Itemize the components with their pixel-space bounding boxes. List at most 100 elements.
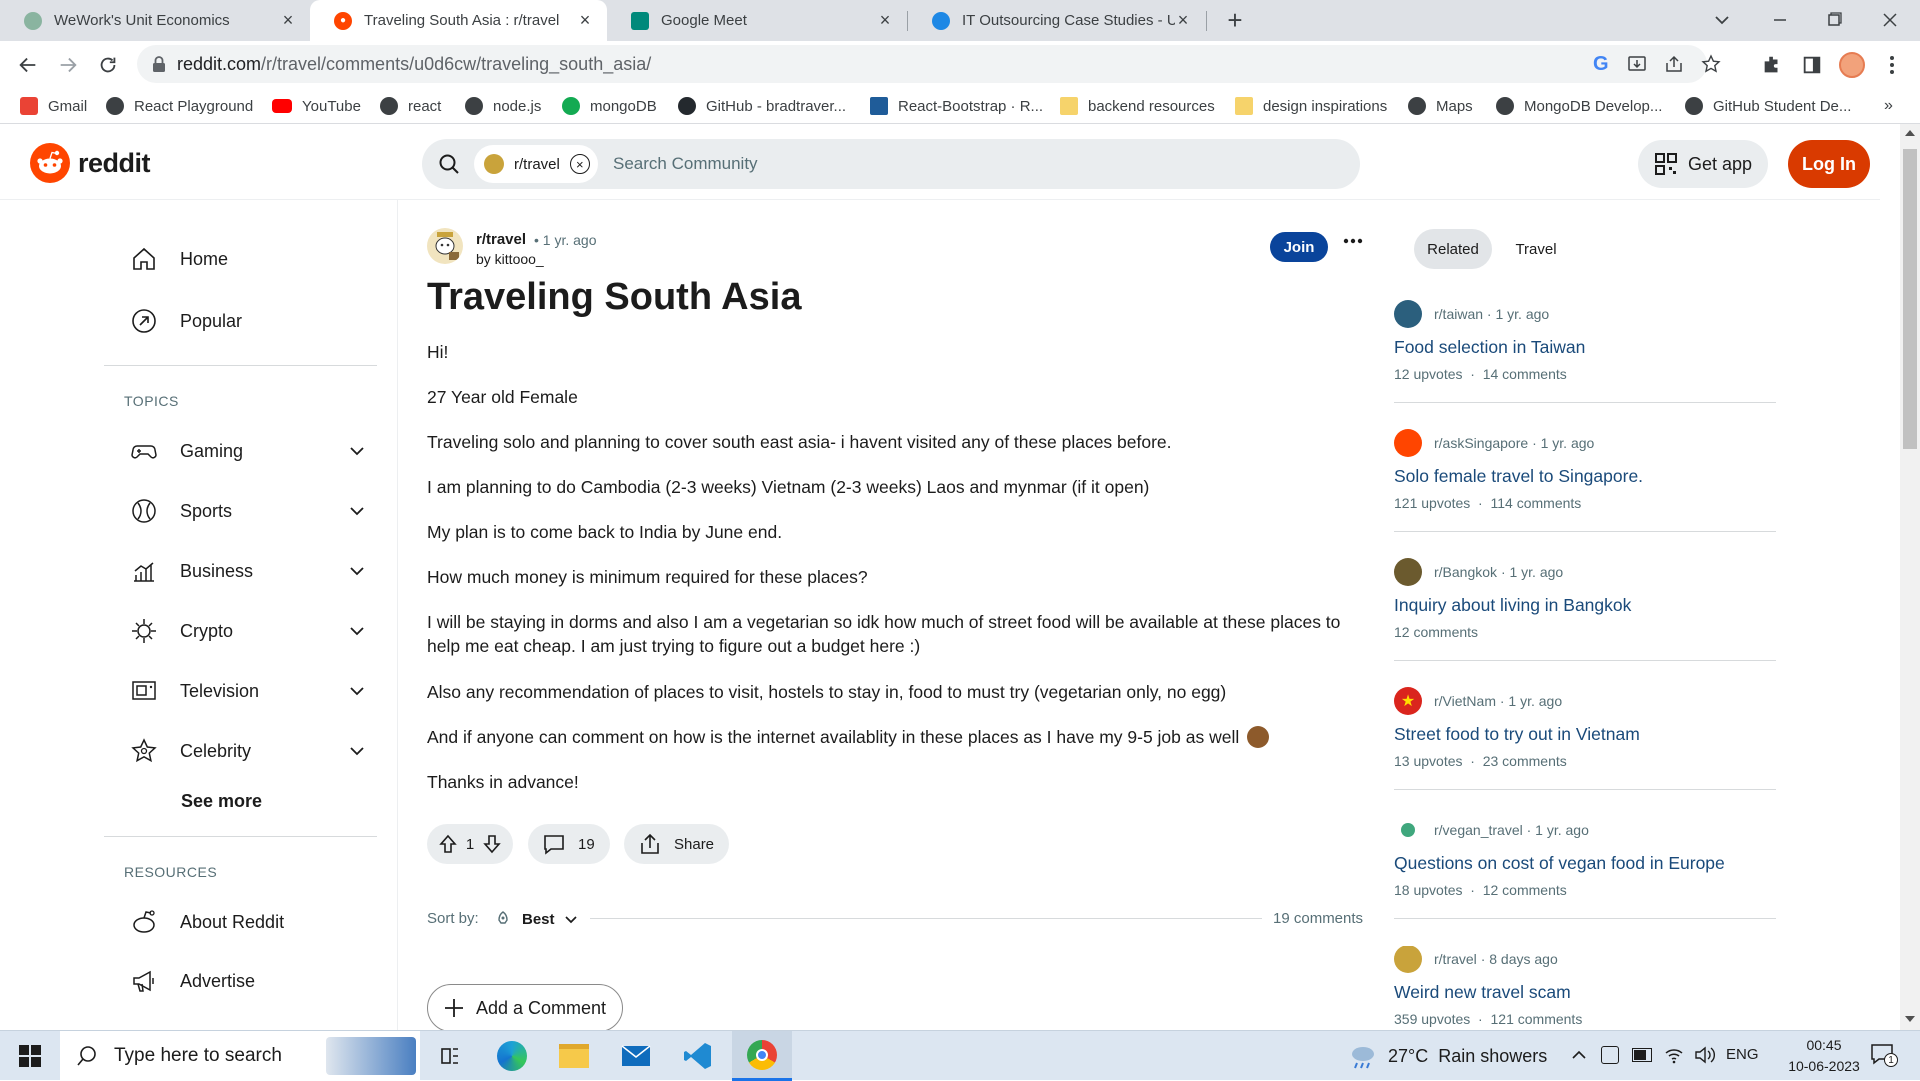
close-icon[interactable]: × — [280, 10, 296, 30]
bookmark-nodejs[interactable]: node.js — [465, 94, 541, 118]
related-subreddit[interactable]: r/vegan_travel — [1434, 822, 1523, 838]
related-subreddit[interactable]: r/VietNam — [1434, 693, 1496, 709]
community-search[interactable]: r/travel × Search Community — [422, 139, 1360, 189]
scroll-down-arrow[interactable] — [1905, 1016, 1915, 1022]
browser-tab[interactable]: WeWork's Unit Economics × — [0, 0, 310, 41]
related-post[interactable]: r/Bangkok · 1 yr. ago Inquiry about livi… — [1394, 558, 1776, 661]
close-icon[interactable]: × — [1175, 10, 1191, 30]
chrome-taskbar-icon[interactable] — [732, 1031, 792, 1081]
show-hidden-icons-chevron-icon[interactable] — [1570, 1046, 1588, 1064]
sidebar-item-popular[interactable]: Popular — [130, 301, 242, 341]
wifi-icon[interactable] — [1664, 1045, 1684, 1065]
chevron-down-icon[interactable] — [346, 440, 368, 462]
page-scrollbar[interactable] — [1900, 124, 1920, 1030]
address-bar[interactable]: reddit.com/r/travel/comments/u0d6cw/trav… — [137, 45, 1721, 83]
see-more-button[interactable]: See more — [181, 791, 262, 812]
chevron-down-icon[interactable] — [346, 560, 368, 582]
volume-icon[interactable] — [1694, 1045, 1716, 1065]
bookmark-react[interactable]: react — [380, 94, 441, 118]
related-title[interactable]: Inquiry about living in Bangkok — [1394, 595, 1776, 616]
bookmark-star-icon[interactable] — [1701, 54, 1721, 74]
restore-icon[interactable] — [1822, 8, 1846, 32]
chevron-down-icon[interactable] — [346, 620, 368, 642]
browser-tab[interactable]: Google Meet × — [607, 0, 907, 41]
downvote-icon[interactable] — [481, 833, 503, 855]
sidebar-item-celebrity[interactable]: Celebrity — [130, 731, 364, 771]
file-explorer-icon[interactable] — [544, 1031, 604, 1081]
sidebar-item-crypto[interactable]: Crypto — [130, 611, 364, 651]
window-close-icon[interactable] — [1878, 8, 1902, 32]
extensions-icon[interactable] — [1756, 49, 1788, 81]
input-language[interactable]: ENG — [1726, 1046, 1759, 1063]
minimize-icon[interactable] — [1768, 8, 1792, 32]
tab-travel[interactable]: Travel — [1500, 229, 1572, 269]
bookmark-mongodb-developer[interactable]: MongoDB Develop... — [1496, 94, 1662, 118]
related-subreddit[interactable]: r/travel — [1434, 951, 1477, 967]
join-button[interactable]: Join — [1270, 232, 1328, 262]
taskbar-search-box[interactable]: Type here to search — [60, 1031, 420, 1081]
remove-chip-icon[interactable]: × — [569, 154, 590, 174]
related-post[interactable]: r/askSingapore · 1 yr. ago Solo female t… — [1394, 429, 1776, 532]
browser-tab-active[interactable]: ● Traveling South Asia : r/travel × — [310, 0, 607, 41]
bookmark-folder-backend[interactable]: backend resources — [1060, 94, 1215, 118]
related-title[interactable]: Questions on cost of vegan food in Europ… — [1394, 853, 1776, 874]
related-post[interactable]: r/taiwan · 1 yr. ago Food selection in T… — [1394, 300, 1776, 403]
chevron-down-icon[interactable] — [346, 680, 368, 702]
comments-button[interactable]: 19 — [528, 824, 610, 864]
chevron-down-icon[interactable] — [346, 500, 368, 522]
bookmark-github[interactable]: GitHub - bradtraver... — [678, 94, 846, 118]
search-community-chip[interactable]: r/travel × — [474, 145, 598, 183]
post-subreddit-link[interactable]: r/travel — [476, 231, 526, 248]
more-options-icon[interactable] — [1343, 238, 1367, 262]
upvote-icon[interactable] — [437, 833, 459, 855]
sidebar-item-gaming[interactable]: Gaming — [130, 431, 364, 471]
get-app-button[interactable]: Get app — [1638, 140, 1768, 188]
sort-dropdown[interactable]: Best — [494, 906, 579, 932]
related-post[interactable]: ★ r/VietNam · 1 yr. ago Street food to tr… — [1394, 687, 1776, 790]
side-panel-icon[interactable] — [1796, 49, 1828, 81]
battery-icon[interactable] — [1632, 1048, 1652, 1062]
sidebar-item-television[interactable]: Television — [130, 671, 364, 711]
related-subreddit[interactable]: r/Bangkok — [1434, 564, 1497, 580]
sidebar-item-business[interactable]: Business — [130, 551, 364, 591]
bookmark-react-bootstrap[interactable]: React-Bootstrap · R... — [870, 94, 1043, 118]
bookmark-youtube[interactable]: YouTube — [272, 94, 361, 118]
mail-icon[interactable] — [606, 1031, 666, 1081]
scroll-up-arrow[interactable] — [1905, 130, 1915, 136]
lock-icon[interactable] — [151, 55, 167, 73]
new-tab-icon[interactable]: + — [1222, 7, 1248, 34]
related-title[interactable]: Solo female travel to Singapore. — [1394, 466, 1776, 487]
subreddit-avatar[interactable] — [427, 228, 463, 264]
tab-related[interactable]: Related — [1414, 229, 1492, 269]
browser-tab[interactable]: IT Outsourcing Case Studies - US × — [908, 0, 1205, 41]
back-icon[interactable] — [12, 49, 44, 81]
notification-center-icon[interactable]: 1 — [1870, 1043, 1898, 1069]
google-icon[interactable]: G — [1593, 53, 1609, 76]
vscode-icon[interactable] — [668, 1031, 728, 1081]
bookmark-github-student[interactable]: GitHub Student De... — [1685, 94, 1851, 118]
related-title[interactable]: Street food to try out in Vietnam — [1394, 724, 1776, 745]
related-title[interactable]: Food selection in Taiwan — [1394, 337, 1776, 358]
related-title[interactable]: Weird new travel scam — [1394, 982, 1776, 1003]
chevron-down-icon[interactable] — [346, 740, 368, 762]
more-bookmarks-icon[interactable]: » — [1884, 94, 1893, 118]
reddit-logo[interactable]: reddit — [30, 143, 151, 183]
share-button[interactable]: Share — [624, 824, 729, 864]
sidebar-item-advertise[interactable]: Advertise — [130, 961, 255, 1001]
sidebar-item-sports[interactable]: Sports — [130, 491, 364, 531]
bookmark-folder-design[interactable]: design inspirations — [1235, 94, 1387, 118]
bookmark-gmail[interactable]: Gmail — [20, 94, 87, 118]
task-view-icon[interactable] — [420, 1031, 480, 1081]
tab-search-chevron-icon[interactable] — [1710, 8, 1734, 32]
bookmark-maps[interactable]: Maps — [1408, 94, 1473, 118]
close-icon[interactable]: × — [877, 10, 893, 30]
related-subreddit[interactable]: r/taiwan — [1434, 306, 1483, 322]
clock[interactable]: 00:45 10-06-2023 — [1776, 1035, 1872, 1077]
sidebar-item-about-reddit[interactable]: About Reddit — [130, 902, 284, 942]
usb-device-icon[interactable] — [1601, 1046, 1619, 1064]
windows-start-icon[interactable] — [0, 1031, 60, 1081]
bookmark-mongodb[interactable]: mongoDB — [562, 94, 657, 118]
profile-avatar[interactable] — [1836, 49, 1868, 81]
weather-widget[interactable]: 27°C Rain showers — [1348, 1031, 1547, 1081]
related-subreddit[interactable]: r/askSingapore — [1434, 435, 1528, 451]
